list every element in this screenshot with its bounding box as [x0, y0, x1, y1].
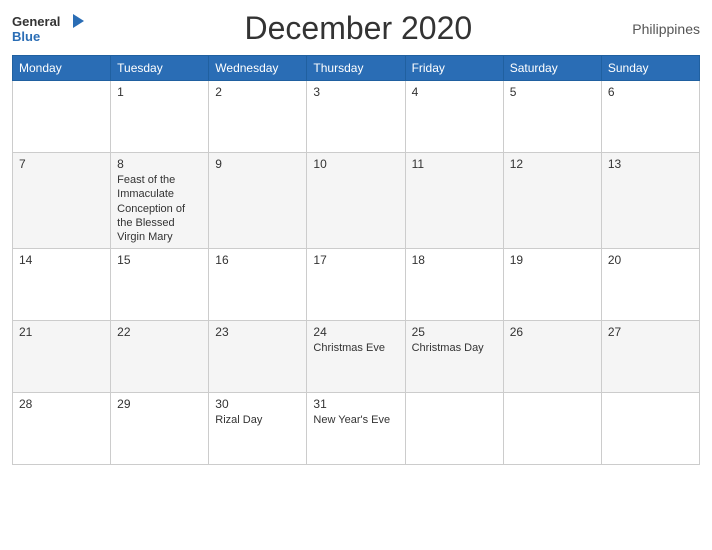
day-number: 13 — [608, 157, 693, 171]
calendar-cell: 23 — [209, 321, 307, 393]
calendar-cell: 29 — [111, 393, 209, 465]
day-number: 20 — [608, 253, 693, 267]
day-number: 7 — [19, 157, 104, 171]
day-number: 17 — [313, 253, 398, 267]
day-number: 27 — [608, 325, 693, 339]
day-number: 26 — [510, 325, 595, 339]
logo: General Blue — [12, 13, 84, 44]
calendar-page: General Blue December 2020 Philippines M… — [0, 0, 712, 550]
calendar-cell: 3 — [307, 81, 405, 153]
calendar-cell — [601, 393, 699, 465]
calendar-cell: 24 Christmas Eve — [307, 321, 405, 393]
calendar-cell: 21 — [13, 321, 111, 393]
header-thursday: Thursday — [307, 56, 405, 81]
day-number: 22 — [117, 325, 202, 339]
calendar-cell: 12 — [503, 153, 601, 249]
calendar-cell: 20 — [601, 249, 699, 321]
day-number: 16 — [215, 253, 300, 267]
calendar-cell: 18 — [405, 249, 503, 321]
calendar-week-row: 14 15 16 17 18 19 20 — [13, 249, 700, 321]
calendar-cell: 31 New Year's Eve — [307, 393, 405, 465]
event-label: Rizal Day — [215, 413, 300, 427]
day-number: 12 — [510, 157, 595, 171]
calendar-cell: 10 — [307, 153, 405, 249]
logo-blue-text: Blue — [12, 29, 40, 44]
day-number: 14 — [19, 253, 104, 267]
day-number: 25 — [412, 325, 497, 339]
month-title: December 2020 — [245, 10, 473, 47]
day-number: 31 — [313, 397, 398, 411]
day-number: 29 — [117, 397, 202, 411]
calendar-cell: 11 — [405, 153, 503, 249]
logo-general-text: General — [12, 14, 60, 29]
calendar-cell: 14 — [13, 249, 111, 321]
calendar-cell: 30 Rizal Day — [209, 393, 307, 465]
calendar-week-row: 28 29 30 Rizal Day 31 New Year's Eve — [13, 393, 700, 465]
calendar-cell: 19 — [503, 249, 601, 321]
day-number: 10 — [313, 157, 398, 171]
calendar-cell: 27 — [601, 321, 699, 393]
calendar-week-row: 123456 — [13, 81, 700, 153]
country-label: Philippines — [632, 21, 700, 37]
day-number: 28 — [19, 397, 104, 411]
event-label: New Year's Eve — [313, 413, 398, 427]
calendar-cell — [13, 81, 111, 153]
day-number: 1 — [117, 85, 202, 99]
header: General Blue December 2020 Philippines — [12, 10, 700, 47]
calendar-cell — [405, 393, 503, 465]
day-number: 5 — [510, 85, 595, 99]
calendar-cell: 9 — [209, 153, 307, 249]
calendar-week-row: 21 22 23 24 Christmas Eve 25 Christmas Day 26 27 — [13, 321, 700, 393]
day-number: 23 — [215, 325, 300, 339]
header-monday: Monday — [13, 56, 111, 81]
day-number: 2 — [215, 85, 300, 99]
calendar-cell: 6 — [601, 81, 699, 153]
day-number: 15 — [117, 253, 202, 267]
weekday-header-row: Monday Tuesday Wednesday Thursday Friday… — [13, 56, 700, 81]
day-number: 4 — [412, 85, 497, 99]
calendar-cell: 13 — [601, 153, 699, 249]
calendar-cell: 17 — [307, 249, 405, 321]
event-label: Christmas Eve — [313, 341, 398, 355]
calendar-cell: 26 — [503, 321, 601, 393]
day-number: 18 — [412, 253, 497, 267]
day-number: 9 — [215, 157, 300, 171]
calendar-cell: 7 — [13, 153, 111, 249]
event-label: Christmas Day — [412, 341, 497, 355]
header-sunday: Sunday — [601, 56, 699, 81]
calendar-cell — [503, 393, 601, 465]
calendar-cell: 5 — [503, 81, 601, 153]
calendar-cell: 16 — [209, 249, 307, 321]
calendar-cell: 8 Feast of the Immaculate Conception of t… — [111, 153, 209, 249]
calendar-cell: 22 — [111, 321, 209, 393]
calendar-cell: 15 — [111, 249, 209, 321]
day-number: 8 — [117, 157, 202, 171]
header-saturday: Saturday — [503, 56, 601, 81]
day-number: 19 — [510, 253, 595, 267]
day-number: 3 — [313, 85, 398, 99]
calendar-table: Monday Tuesday Wednesday Thursday Friday… — [12, 55, 700, 465]
event-label: Feast of the Immaculate Conception of th… — [117, 173, 202, 244]
day-number: 24 — [313, 325, 398, 339]
header-tuesday: Tuesday — [111, 56, 209, 81]
calendar-cell: 25 Christmas Day — [405, 321, 503, 393]
logo-flag-icon — [62, 13, 84, 29]
day-number: 11 — [412, 157, 497, 171]
calendar-cell: 28 — [13, 393, 111, 465]
calendar-cell: 4 — [405, 81, 503, 153]
calendar-cell: 2 — [209, 81, 307, 153]
day-number: 21 — [19, 325, 104, 339]
calendar-week-row: 78 Feast of the Immaculate Conception of … — [13, 153, 700, 249]
day-number: 6 — [608, 85, 693, 99]
day-number: 30 — [215, 397, 300, 411]
calendar-cell: 1 — [111, 81, 209, 153]
header-wednesday: Wednesday — [209, 56, 307, 81]
header-friday: Friday — [405, 56, 503, 81]
